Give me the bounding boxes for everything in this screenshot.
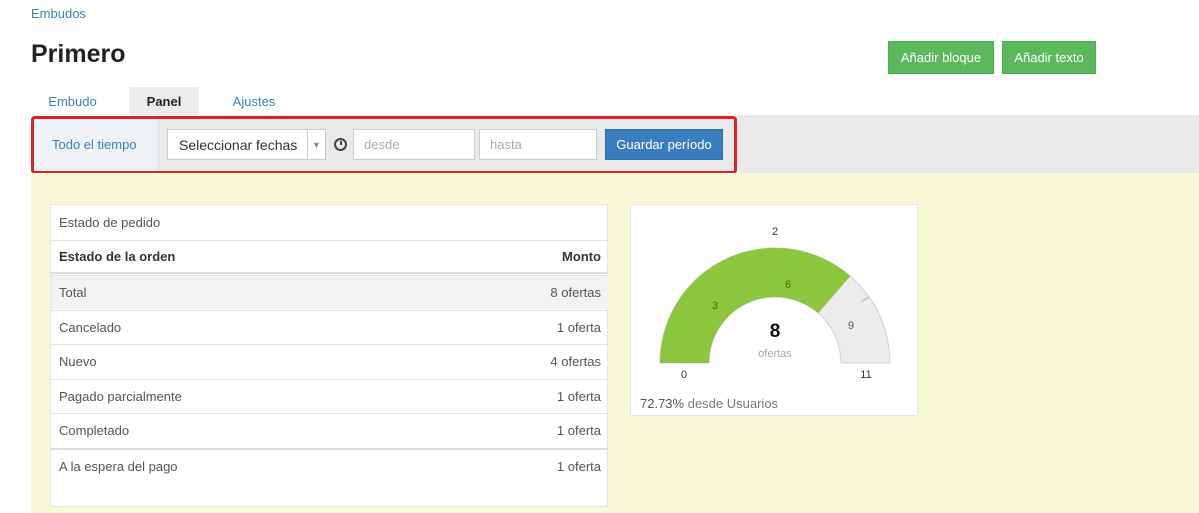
date-to-input[interactable] <box>479 129 597 160</box>
tick-label-6: 6 <box>785 279 791 291</box>
table-row: Cancelado 1 oferta <box>51 310 608 344</box>
row-label: A la espera del pago <box>59 458 178 474</box>
table-row: Nuevo 4 ofertas <box>51 344 608 378</box>
tick-label-3: 3 <box>712 300 718 312</box>
column-header-status: Estado de la orden <box>59 249 176 264</box>
row-value: 1 oferta <box>556 458 601 474</box>
add-block-button[interactable]: Añadir bloque <box>888 41 994 74</box>
row-label: Total <box>59 285 87 300</box>
order-status-card: Estado de pedido Estado de la orden Mont… <box>50 204 608 507</box>
gauge-footer-percent: 72.73% <box>640 396 685 411</box>
gauge-footer: 72.73% desde Usuarios <box>640 396 778 411</box>
tab-panel[interactable]: Panel <box>129 87 199 115</box>
chevron-down-icon: ▼ <box>307 130 325 159</box>
tab-embudo[interactable]: Embudo <box>31 87 114 115</box>
column-header-amount: Monto <box>562 249 601 264</box>
tab-ajustes[interactable]: Ajustes <box>199 87 309 115</box>
save-period-button[interactable]: Guardar período <box>605 129 723 160</box>
row-value: 1 oferta <box>556 423 601 438</box>
table-row-total: Total 8 ofertas <box>51 275 608 309</box>
table-row: A la espera del pago 1 oferta <box>51 448 608 482</box>
row-value: 1 oferta <box>556 389 601 404</box>
tab-bar: Embudo Panel Ajustes <box>31 87 309 115</box>
clock-icon <box>334 138 347 151</box>
page-title: Primero <box>31 40 126 68</box>
tick-label-0: 0 <box>681 369 687 381</box>
all-time-link[interactable]: Todo el tiempo <box>31 115 157 173</box>
row-label: Pagado parcialmente <box>59 389 182 404</box>
date-range-select[interactable]: Seleccionar fechas ▼ <box>167 129 326 160</box>
gauge-value: 8 <box>770 321 781 342</box>
row-value: 4 ofertas <box>550 354 601 369</box>
table-row: Completado 1 oferta <box>51 413 608 447</box>
gauge-chart: 0 2 3 6 9 11 8 ofertas <box>659 226 891 381</box>
row-label: Cancelado <box>59 320 122 335</box>
add-text-button[interactable]: Añadir texto <box>1002 41 1096 74</box>
order-status-title: Estado de pedido <box>59 215 161 230</box>
breadcrumb[interactable]: Embudos <box>31 6 86 21</box>
table-header: Estado de la orden Monto <box>51 240 608 274</box>
gauge-card: 0 2 3 6 9 11 8 ofertas 72.73% desde Usua… <box>630 204 918 416</box>
row-label: Nuevo <box>59 354 97 369</box>
tick-label-11: 11 <box>860 369 871 381</box>
gauge-footer-text: desde Usuarios <box>687 396 779 411</box>
gauge-unit: ofertas <box>758 348 792 360</box>
row-label: Completado <box>59 423 130 438</box>
row-value: 1 oferta <box>556 320 601 335</box>
date-range-select-value: Seleccionar fechas <box>179 136 298 153</box>
tick-label-9: 9 <box>848 320 854 332</box>
gauge-fill <box>660 248 851 363</box>
date-from-input[interactable] <box>353 129 475 160</box>
table-row: Pagado parcialmente 1 oferta <box>51 379 608 413</box>
tick-label-2: 2 <box>772 226 778 238</box>
row-value: 8 ofertas <box>550 285 601 300</box>
